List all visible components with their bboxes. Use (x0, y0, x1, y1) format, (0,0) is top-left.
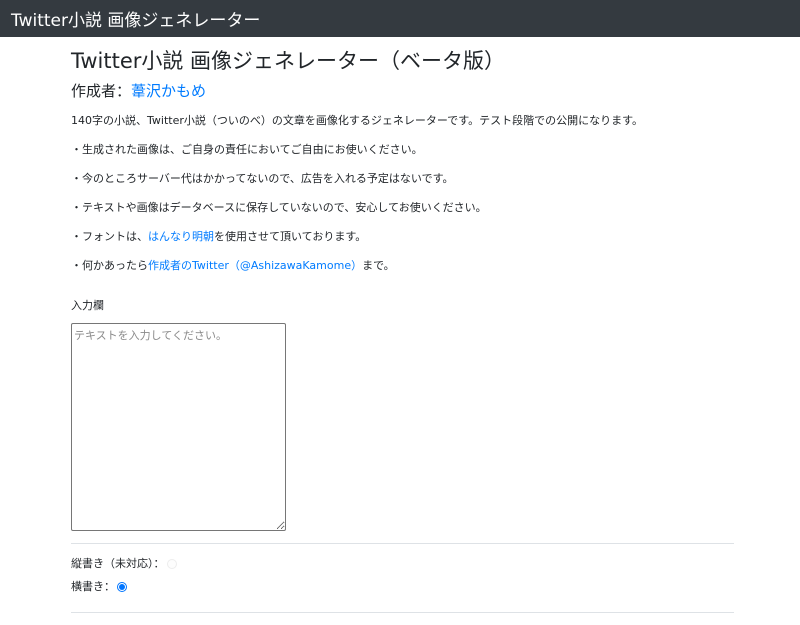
description-item-ads: ・今のところサーバー代はかかってないので、広告を入れる予定はないです。 (71, 172, 454, 185)
horizontal-radio[interactable] (117, 582, 127, 592)
vertical-radio[interactable] (166, 559, 177, 569)
description-item-font: ・フォントは、はんなり明朝を使用させて頂いております。 (71, 229, 734, 245)
navbar: Twitter小説 画像ジェネレーター (0, 0, 800, 37)
author-link[interactable]: 葦沢かもめ (131, 82, 206, 100)
horizontal-option: 横書き： (71, 579, 734, 595)
text-input[interactable] (71, 323, 286, 531)
vertical-option: 縦書き（未対応）： (71, 556, 734, 572)
font-note-suffix: を使用させて頂いております。 (214, 230, 367, 243)
navbar-brand[interactable]: Twitter小説 画像ジェネレーター (11, 6, 260, 31)
description-intro: 140字の小説、Twitter小説（ついのべ）の文章を画像化するジェネレーターで… (71, 114, 643, 127)
font-link[interactable]: はんなり明朝 (148, 230, 214, 243)
description: 140字の小説、Twitter小説（ついのべ）の文章を画像化するジェネレーターで… (71, 113, 734, 274)
author-twitter-link[interactable]: 作成者のTwitter（@AshizawaKamome） (148, 259, 362, 272)
contact-note-prefix: ・何かあったら (71, 259, 148, 272)
description-item-usage: ・生成された画像は、ご自身の責任においてご自由にお使いください。 (71, 143, 423, 156)
divider (71, 543, 734, 544)
description-item-contact: ・何かあったら作成者のTwitter（@AshizawaKamome）まで。 (71, 258, 734, 274)
author-line: 作成者：葦沢かもめ (71, 79, 734, 103)
input-label: 入力欄 (71, 299, 104, 312)
font-note-prefix: ・フォントは、 (71, 230, 148, 243)
horizontal-label: 横書き： (71, 580, 115, 593)
page-title: Twitter小説 画像ジェネレーター（ベータ版） (71, 49, 506, 73)
divider-bottom (71, 612, 734, 613)
main-container: Twitter小説 画像ジェネレーター（ベータ版） 作成者：葦沢かもめ 140字… (71, 47, 734, 613)
author-prefix: 作成者： (71, 82, 132, 100)
contact-note-suffix: まで。 (362, 259, 395, 272)
description-item-privacy: ・テキストや画像はデータベースに保存していないので、安心してお使いください。 (71, 201, 487, 214)
vertical-label: 縦書き（未対応）： (71, 557, 165, 570)
